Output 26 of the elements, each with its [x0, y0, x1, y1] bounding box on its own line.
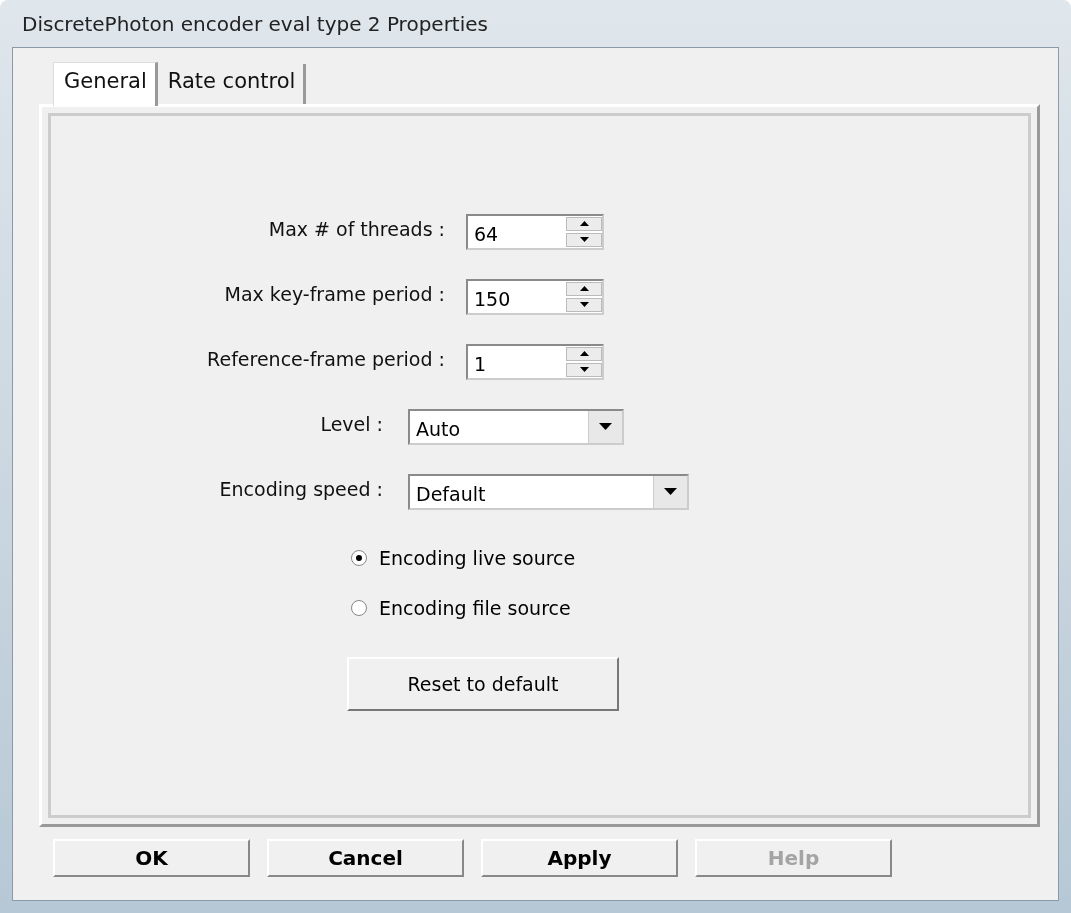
field-label: Reference-frame period :	[206, 347, 446, 370]
radio-label[interactable]: Encoding live source	[379, 546, 576, 569]
dialog-button[interactable]: Cancel	[267, 839, 464, 877]
spin-down-icon[interactable]	[566, 232, 602, 247]
dialog-button[interactable]: Apply	[481, 839, 678, 877]
spin-up-icon[interactable]	[566, 346, 602, 361]
spin-field[interactable]: 150	[466, 278, 604, 315]
spin-down-icon[interactable]	[566, 297, 602, 312]
field-label: Encoding speed :	[218, 477, 384, 500]
radio-button[interactable]	[351, 549, 367, 566]
field-label: Max key-frame period :	[223, 282, 446, 305]
tab[interactable]: General	[53, 62, 158, 106]
spin-down-icon[interactable]	[566, 362, 602, 377]
dialog-button[interactable]: OK	[53, 839, 250, 877]
reset-button[interactable]: Reset to default	[347, 657, 619, 711]
spin-field[interactable]: 64	[466, 213, 604, 250]
dropdown[interactable]: Auto	[408, 408, 624, 445]
radio-label[interactable]: Encoding file source	[379, 596, 571, 619]
field-label: Max # of threads :	[267, 217, 446, 240]
field-label: Level :	[319, 412, 384, 435]
radio-button[interactable]	[351, 599, 367, 616]
spin-up-icon[interactable]	[566, 281, 602, 296]
spin-field[interactable]: 1	[466, 343, 604, 380]
window-title: DiscretePhoton encoder eval type 2 Properties	[21, 10, 489, 38]
dropdown[interactable]: Default	[408, 473, 689, 510]
spin-up-icon[interactable]	[566, 216, 602, 231]
